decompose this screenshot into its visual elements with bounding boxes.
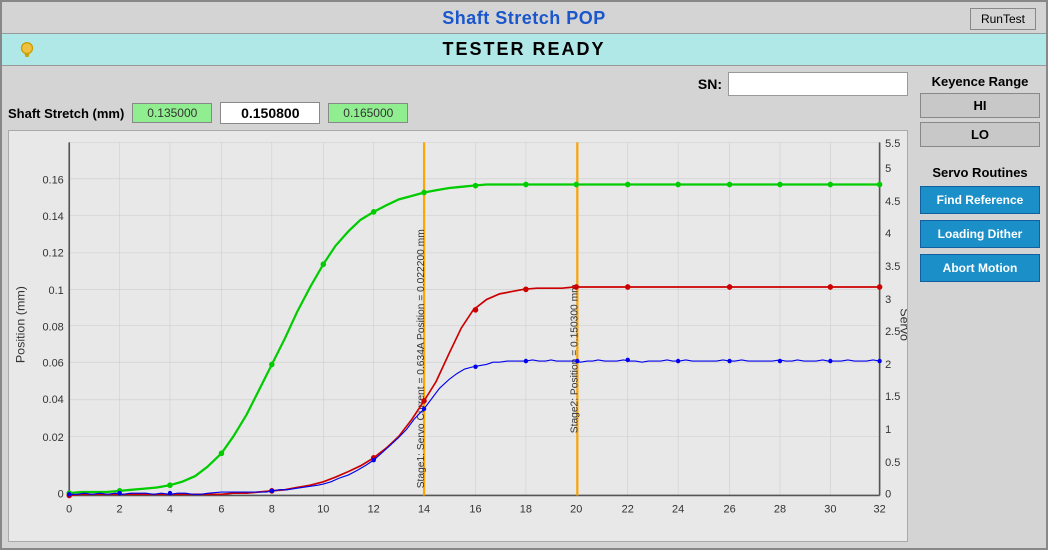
svg-text:Stage2: Position = 0.150300 mm: Stage2: Position = 0.150300 mm	[570, 284, 581, 433]
svg-text:6: 6	[218, 503, 224, 515]
keyence-hi-button[interactable]: HI	[920, 93, 1040, 118]
loading-dither-button[interactable]: Loading Dither	[920, 220, 1040, 248]
chart-svg: 0 0.02 0.04 0.06 0.08 0.1 0.12 0.14 0.16…	[9, 131, 907, 541]
svg-text:0.16: 0.16	[42, 174, 63, 186]
servo-routines-title: Servo Routines	[920, 165, 1040, 180]
find-reference-button[interactable]: Find Reference	[920, 186, 1040, 214]
shaft-stretch-row: Shaft Stretch (mm) 0.135000 0.150800 0.1…	[8, 102, 908, 124]
svg-text:0: 0	[58, 489, 64, 501]
servo-section: Servo Routines Find Reference Loading Di…	[920, 165, 1040, 288]
svg-text:0.12: 0.12	[42, 247, 63, 259]
page-title: Shaft Stretch POP	[442, 8, 606, 29]
right-panel: Keyence Range HI LO Servo Routines Find …	[916, 66, 1046, 548]
svg-text:16: 16	[469, 503, 481, 515]
keyence-section: Keyence Range HI LO	[920, 74, 1040, 151]
svg-text:0.5: 0.5	[885, 457, 900, 469]
keyence-lo-button[interactable]: LO	[920, 122, 1040, 147]
svg-text:5.5: 5.5	[885, 138, 900, 150]
svg-text:3: 3	[885, 294, 891, 306]
svg-text:0: 0	[885, 489, 891, 501]
shaft-mid-value: 0.150800	[220, 102, 320, 124]
keyence-title: Keyence Range	[920, 74, 1040, 89]
run-test-button[interactable]: RunTest	[970, 8, 1036, 30]
svg-text:0.02: 0.02	[42, 432, 63, 444]
svg-text:4: 4	[885, 228, 891, 240]
left-panel: SN: Shaft Stretch (mm) 0.135000 0.150800…	[2, 66, 916, 548]
abort-motion-button[interactable]: Abort Motion	[920, 254, 1040, 282]
svg-text:Stage1: Servo Current = 0.634A: Stage1: Servo Current = 0.634A Position …	[416, 229, 427, 488]
svg-text:0.14: 0.14	[42, 211, 63, 223]
sn-label: SN:	[698, 76, 722, 92]
title-bar: Shaft Stretch POP RunTest	[2, 2, 1046, 33]
svg-text:2: 2	[885, 359, 891, 371]
svg-text:14: 14	[418, 503, 430, 515]
svg-text:1.5: 1.5	[885, 391, 900, 403]
svg-text:0: 0	[66, 503, 72, 515]
svg-text:26: 26	[724, 503, 736, 515]
status-bar: TESTER READY	[2, 33, 1046, 66]
chart-area: 0 0.02 0.04 0.06 0.08 0.1 0.12 0.14 0.16…	[8, 130, 908, 542]
svg-text:30: 30	[824, 503, 836, 515]
svg-text:24: 24	[672, 503, 684, 515]
main-content: SN: Shaft Stretch (mm) 0.135000 0.150800…	[2, 66, 1046, 548]
shaft-lo-value: 0.135000	[132, 103, 212, 123]
svg-text:20: 20	[570, 503, 582, 515]
svg-text:0.04: 0.04	[42, 394, 63, 406]
svg-text:8: 8	[269, 503, 275, 515]
svg-text:4: 4	[167, 503, 173, 515]
svg-text:10: 10	[317, 503, 329, 515]
svg-text:2: 2	[117, 503, 123, 515]
svg-text:22: 22	[622, 503, 634, 515]
svg-text:12: 12	[368, 503, 380, 515]
sn-input[interactable]	[728, 72, 908, 96]
svg-text:28: 28	[774, 503, 786, 515]
status-text: TESTER READY	[442, 39, 605, 60]
svg-text:3.5: 3.5	[885, 261, 900, 273]
svg-text:0.08: 0.08	[42, 321, 63, 333]
svg-text:0.1: 0.1	[49, 285, 64, 297]
svg-text:32: 32	[874, 503, 886, 515]
shaft-hi-value: 0.165000	[328, 103, 408, 123]
sn-row: SN:	[8, 72, 908, 96]
svg-text:5: 5	[885, 163, 891, 175]
svg-text:Position (mm): Position (mm)	[14, 286, 28, 363]
svg-text:0.06: 0.06	[42, 358, 63, 370]
shaft-stretch-label: Shaft Stretch (mm)	[8, 106, 124, 121]
svg-text:4.5: 4.5	[885, 196, 900, 208]
lightbulb-icon	[16, 39, 38, 61]
svg-text:1: 1	[885, 424, 891, 436]
svg-text:Servo: Servo	[897, 308, 907, 341]
svg-text:18: 18	[520, 503, 532, 515]
